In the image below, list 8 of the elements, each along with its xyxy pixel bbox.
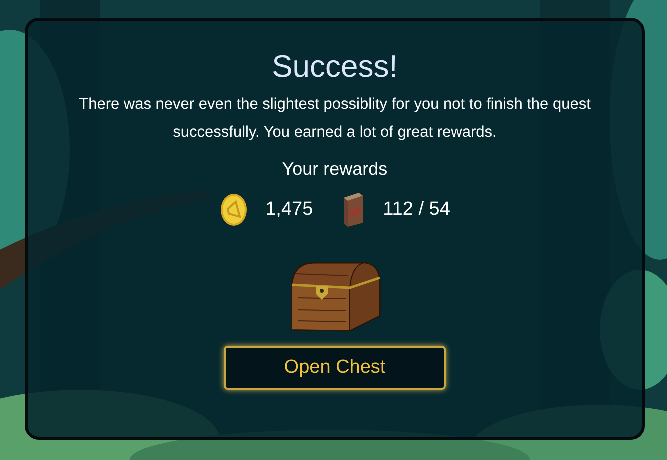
rewards-heading: Your rewards <box>282 159 388 180</box>
coin-icon <box>220 193 248 227</box>
reward-amount: 1,475 <box>266 199 314 221</box>
open-chest-button[interactable]: Open Chest <box>224 346 446 390</box>
reward-amount: 112 / 54 <box>383 199 450 221</box>
book-icon: XP <box>341 192 366 228</box>
dialog-title: Success! <box>272 49 398 85</box>
dialog-message: There was never even the slightest possiblity for you not to finish the quest successfully. You earned a lot of great rewards. <box>78 95 592 143</box>
